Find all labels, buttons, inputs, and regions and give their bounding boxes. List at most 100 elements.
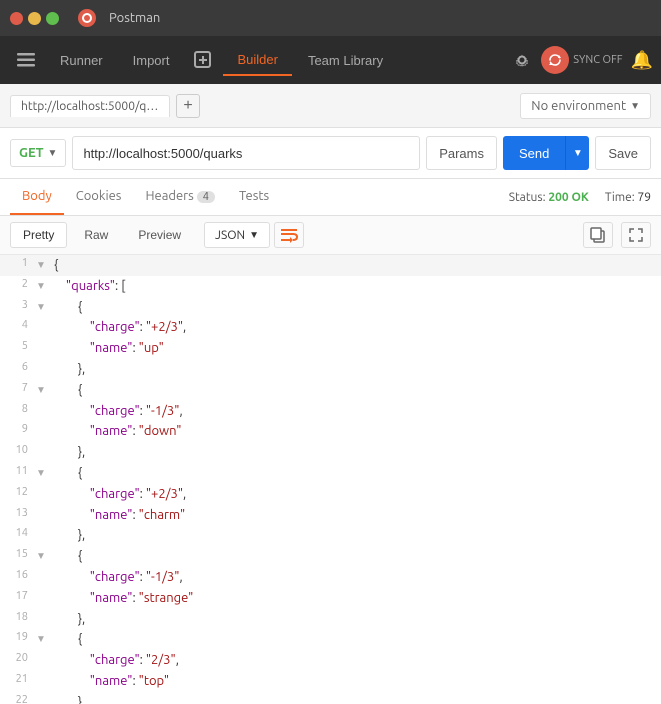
navbar: Runner Import Builder Team Library	[0, 36, 661, 84]
table-row: 16 "charge": "-1/3",	[0, 567, 661, 588]
nav-right: SYNC OFF 🔔	[511, 46, 653, 74]
send-group: Send ▼	[503, 136, 589, 170]
wrap-button[interactable]	[274, 222, 304, 248]
sync-arrows-icon	[548, 53, 562, 67]
table-row: 1▼{	[0, 255, 661, 276]
line-toggle	[36, 338, 50, 359]
line-number: 7	[0, 380, 36, 401]
line-toggle[interactable]: ▼	[36, 297, 50, 318]
line-number: 6	[0, 359, 36, 380]
line-toggle	[36, 588, 50, 609]
line-toggle[interactable]: ▼	[36, 255, 50, 276]
method-selector[interactable]: GET ▼	[10, 139, 66, 167]
line-toggle	[36, 567, 50, 588]
sync-area: SYNC OFF	[541, 46, 622, 74]
line-number: 3	[0, 297, 36, 318]
tab-body[interactable]: Body	[10, 179, 64, 215]
status-value: 200 OK	[548, 191, 589, 204]
add-tab-button[interactable]: +	[176, 94, 200, 118]
plus-icon: +	[183, 97, 192, 115]
team-library-button[interactable]: Team Library	[294, 44, 397, 76]
headers-badge: 4	[197, 191, 215, 203]
expand-button[interactable]	[621, 222, 651, 248]
builder-button[interactable]: Builder	[223, 44, 291, 76]
tab-headers[interactable]: Headers4	[133, 179, 227, 215]
sidebar-toggle-button[interactable]	[8, 44, 44, 76]
close-button[interactable]	[10, 12, 23, 25]
new-tab-icon	[194, 51, 212, 69]
params-button[interactable]: Params	[426, 136, 497, 170]
minimize-button[interactable]	[28, 12, 41, 25]
url-input[interactable]	[72, 136, 420, 170]
line-toggle[interactable]: ▼	[36, 463, 50, 484]
table-row: 8 "charge": "-1/3",	[0, 401, 661, 422]
response-toolbar: Pretty Raw Preview JSON ▼	[0, 216, 661, 255]
send-dropdown-button[interactable]: ▼	[565, 136, 589, 170]
table-row: 17 "name": "strange"	[0, 588, 661, 609]
method-chevron-icon: ▼	[48, 147, 58, 159]
table-row: 14 },	[0, 525, 661, 546]
line-content: "charge": "-1/3",	[50, 567, 661, 588]
sync-icon	[541, 46, 569, 74]
table-row: 18 },	[0, 609, 661, 630]
settings-icon[interactable]	[511, 49, 533, 71]
url-tabs-bar: http://localhost:5000/quar + No environm…	[0, 84, 661, 128]
time-label: Time: 79	[605, 191, 651, 204]
time-value: 79	[637, 191, 651, 204]
code-container: 1▼{2▼ "quarks": [3▼ {4 "charge": "+2/3",…	[0, 255, 661, 704]
line-content: "name": "down"	[50, 421, 661, 442]
line-content: "charge": "+2/3",	[50, 317, 661, 338]
table-row: 13 "name": "charm"	[0, 505, 661, 526]
line-number: 13	[0, 505, 36, 526]
table-row: 3▼ {	[0, 297, 661, 318]
line-content: "name": "top"	[50, 671, 661, 692]
line-content: "name": "charm"	[50, 505, 661, 526]
url-tab[interactable]: http://localhost:5000/quar	[10, 95, 170, 117]
method-label: GET	[19, 146, 44, 160]
format-chevron-icon: ▼	[249, 229, 259, 241]
line-number: 11	[0, 463, 36, 484]
line-toggle[interactable]: ▼	[36, 380, 50, 401]
tab-tests[interactable]: Tests	[227, 179, 281, 215]
line-toggle[interactable]: ▼	[36, 629, 50, 650]
line-number: 1	[0, 255, 36, 276]
table-row: 12 "charge": "+2/3",	[0, 484, 661, 505]
line-toggle[interactable]: ▼	[36, 276, 50, 297]
line-content: {	[50, 380, 661, 401]
line-content: },	[50, 692, 661, 704]
line-toggle[interactable]: ▼	[36, 546, 50, 567]
line-content: {	[50, 297, 661, 318]
raw-button[interactable]: Raw	[71, 222, 121, 248]
app-title: Postman	[109, 11, 160, 25]
environment-label: No environment	[531, 99, 626, 113]
send-chevron-icon: ▼	[573, 148, 583, 159]
tabs-bar: Body Cookies Headers4 Tests Status: 200 …	[0, 179, 661, 216]
maximize-button[interactable]	[46, 12, 59, 25]
table-row: 21 "name": "top"	[0, 671, 661, 692]
wrap-icon	[280, 227, 298, 243]
format-selector[interactable]: JSON ▼	[204, 222, 270, 248]
titlebar: Postman	[0, 0, 661, 36]
line-number: 10	[0, 442, 36, 463]
new-tab-button[interactable]	[185, 44, 221, 76]
line-number: 8	[0, 401, 36, 422]
pretty-button[interactable]: Pretty	[10, 222, 67, 248]
line-content: {	[50, 629, 661, 650]
expand-icon	[628, 227, 644, 243]
bell-icon[interactable]: 🔔	[631, 50, 653, 71]
request-row: GET ▼ Params Send ▼ Save	[0, 128, 661, 179]
line-number: 5	[0, 338, 36, 359]
window-controls	[10, 12, 59, 25]
save-button[interactable]: Save	[595, 136, 651, 170]
runner-button[interactable]: Runner	[46, 44, 117, 76]
preview-button[interactable]: Preview	[125, 222, 194, 248]
send-button[interactable]: Send	[503, 136, 565, 170]
app-icon	[77, 8, 97, 28]
tab-cookies[interactable]: Cookies	[64, 179, 134, 215]
environment-selector[interactable]: No environment ▼	[520, 93, 651, 119]
copy-button[interactable]	[583, 222, 613, 248]
sidebar-icon	[17, 53, 35, 67]
table-row: 7▼ {	[0, 380, 661, 401]
import-button[interactable]: Import	[119, 44, 184, 76]
line-number: 14	[0, 525, 36, 546]
